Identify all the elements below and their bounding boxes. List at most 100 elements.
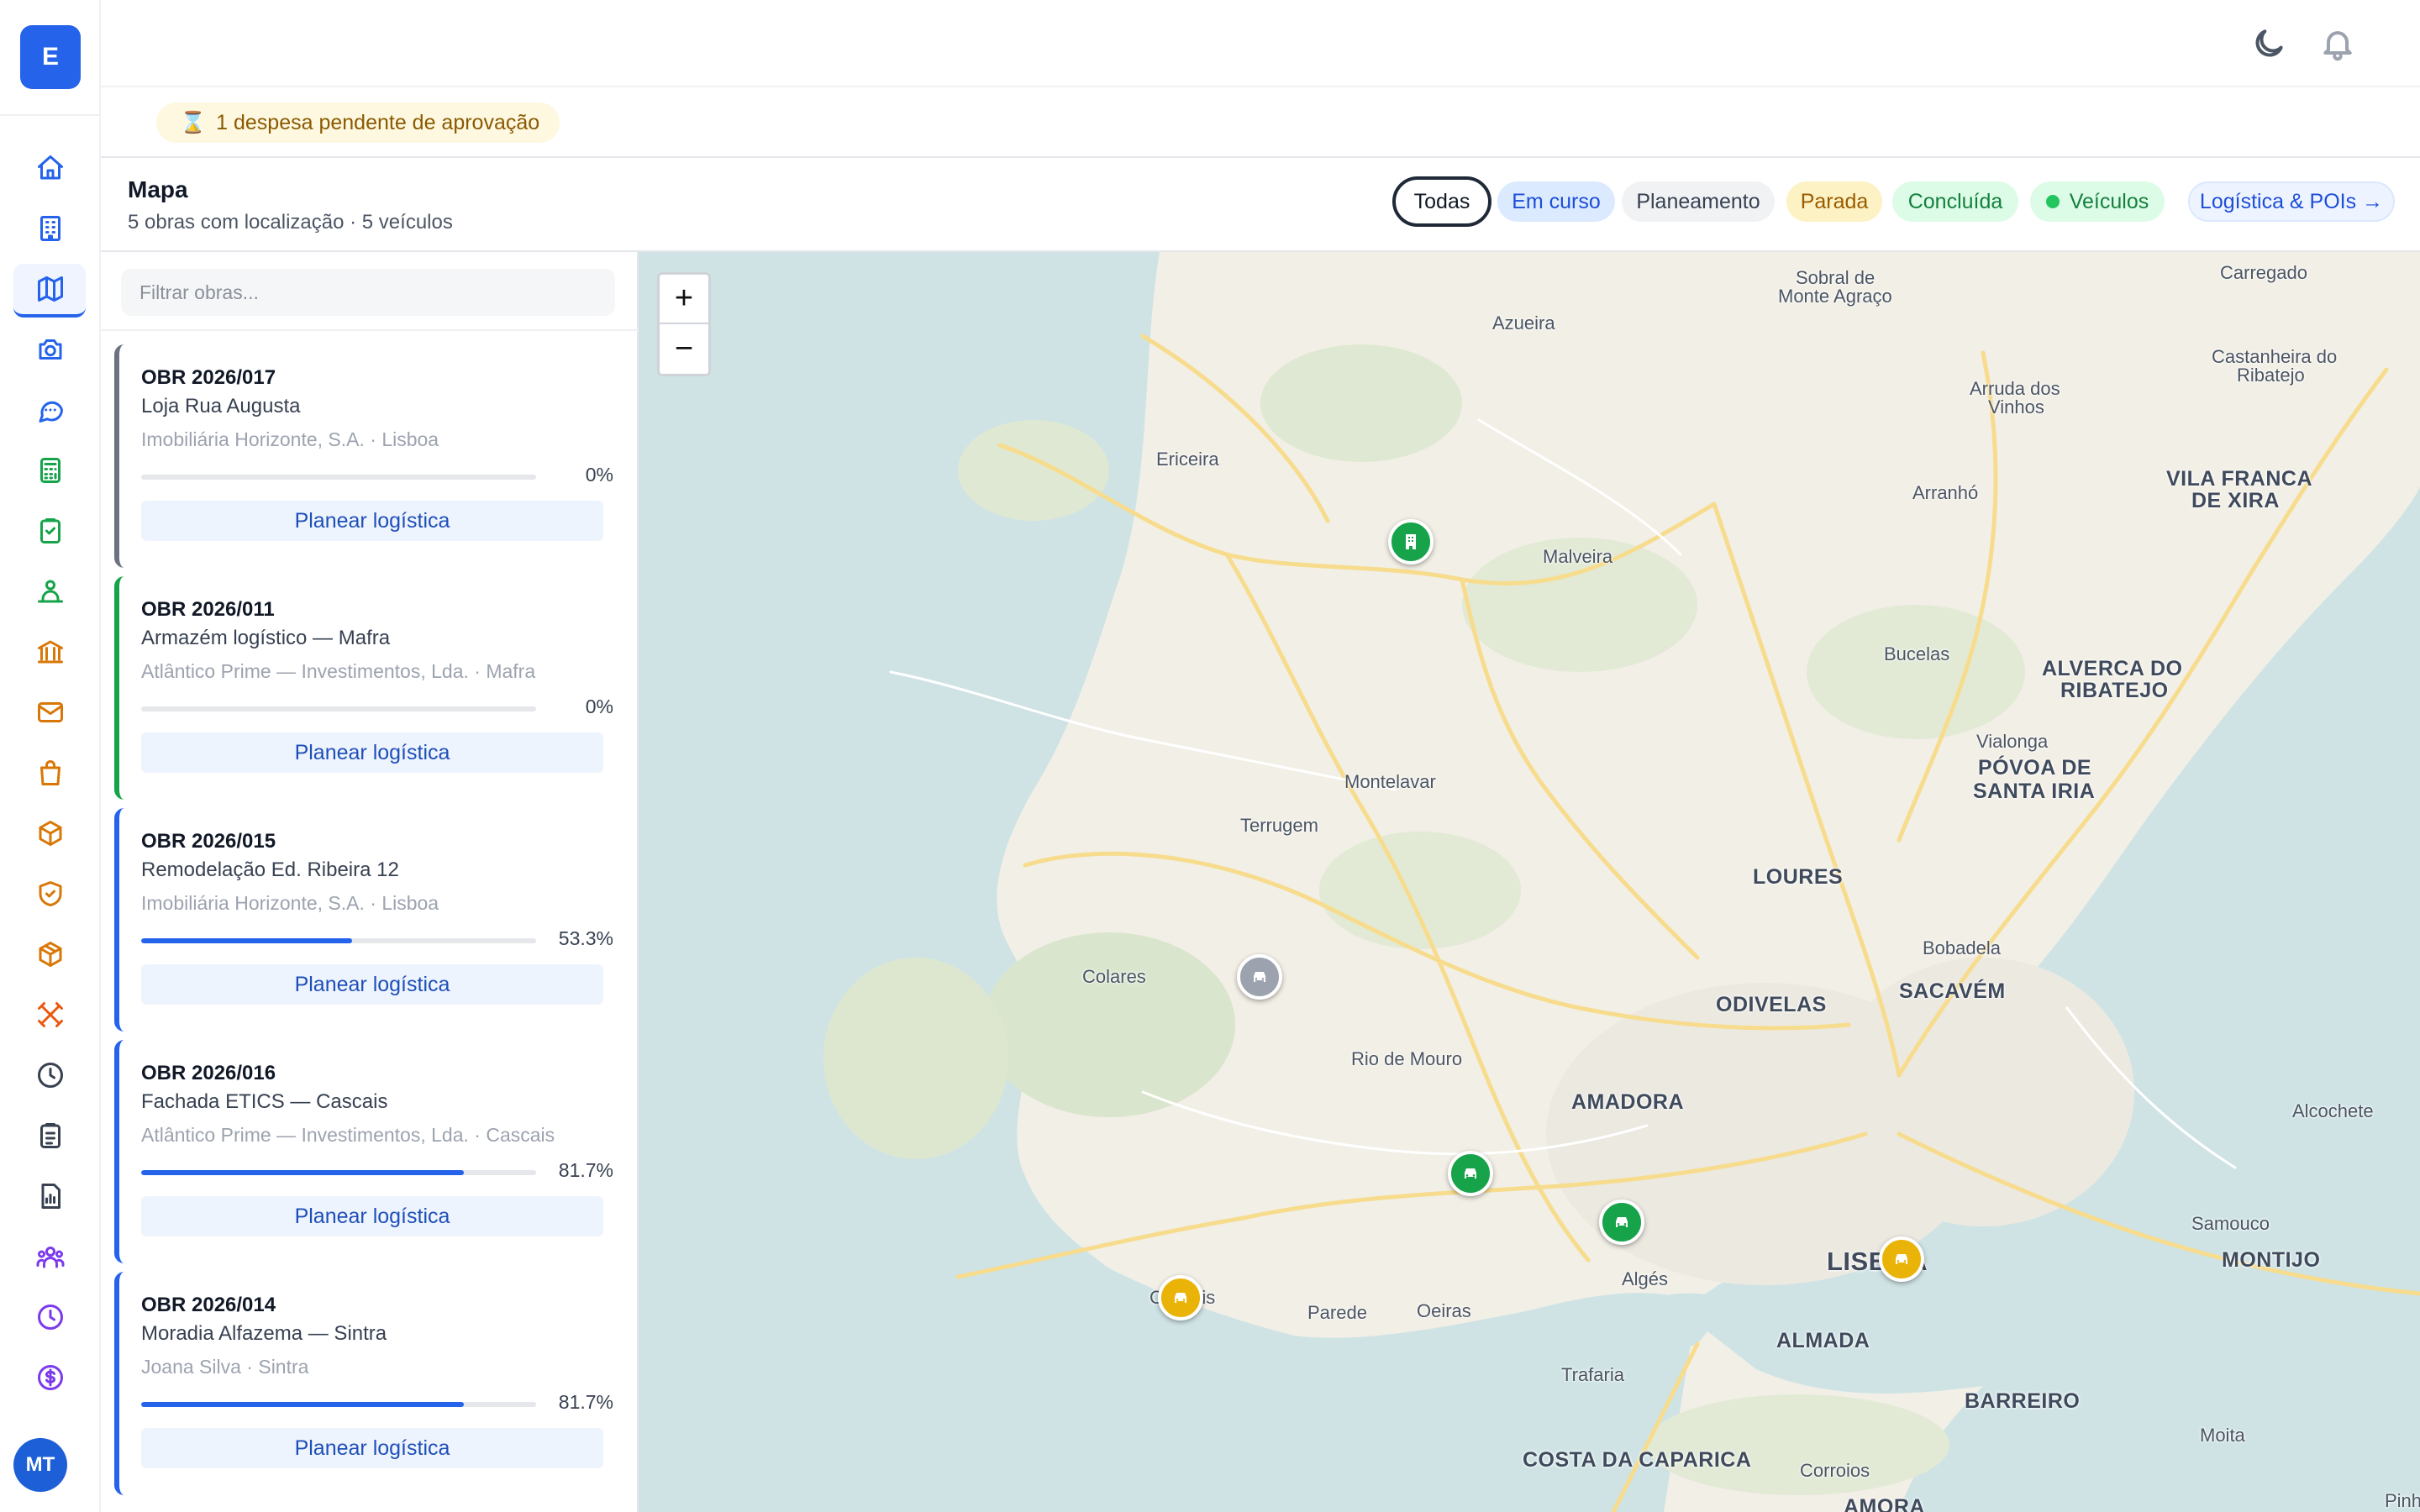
map-label: Corroios <box>1800 1460 1870 1481</box>
building-icon <box>1406 534 1416 549</box>
sidebar-item-checklist[interactable] <box>0 501 101 561</box>
plan-logistics-button[interactable]: Planear logística <box>141 1196 603 1236</box>
work-code: OBR 2026/015 <box>141 830 276 853</box>
plan-logistics-button[interactable]: Planear logística <box>141 501 603 541</box>
filter-works-input[interactable] <box>121 269 615 316</box>
map-label: VILA FRANCA <box>2166 467 2313 491</box>
filter-chip-concluida[interactable]: Concluída <box>1892 181 2018 222</box>
calculator-icon <box>40 458 60 483</box>
map-label: Bobadela <box>1923 937 2001 958</box>
shield-check-icon <box>39 881 62 906</box>
work-card[interactable]: OBR 2026/011 Armazém logístico — Mafra A… <box>114 576 625 800</box>
map-label: ODIVELAS <box>1716 993 1827 1016</box>
work-card[interactable]: OBR 2026/016 Fachada ETICS — Cascais Atl… <box>114 1040 625 1263</box>
work-client: Joana Silva · Sintra <box>141 1356 309 1378</box>
mail-icon <box>38 702 63 722</box>
sidebar-item-photos[interactable] <box>0 319 101 380</box>
plan-logistics-button[interactable]: Planear logística <box>141 964 603 1005</box>
map-label: AMADORA <box>1571 1090 1685 1114</box>
work-client: Imobiliária Horizonte, S.A. · Lisboa <box>141 892 439 914</box>
shopping-bag-icon <box>40 760 60 785</box>
pending-expense-badge[interactable]: ⌛ 1 despesa pendente de aprovação <box>156 102 560 143</box>
sidebar-item-history[interactable] <box>0 1287 101 1347</box>
bank-icon <box>38 640 63 664</box>
map-label: SACAVÉM <box>1899 979 2006 1003</box>
filter-chip-planeamento[interactable]: Planeamento <box>1622 181 1775 222</box>
page-title: Mapa <box>128 176 188 202</box>
sidebar-item-materials[interactable] <box>0 803 101 864</box>
work-client: Atlântico Prime — Investimentos, Lda. · … <box>141 1124 555 1146</box>
map-label: ALMADA <box>1776 1329 1870 1352</box>
report-icon <box>41 1184 60 1209</box>
plan-logistics-button[interactable]: Planear logística <box>141 732 603 773</box>
zoom-in-button[interactable]: + <box>660 275 708 324</box>
history-icon <box>38 1305 63 1330</box>
sidebar-item-team[interactable] <box>0 561 101 622</box>
map-label: RIBATEJO <box>2060 679 2169 702</box>
user-avatar[interactable]: MT <box>13 1438 67 1492</box>
vehicle-marker[interactable] <box>1448 1151 1493 1196</box>
map-header: Mapa 5 obras com localização · 5 veículo… <box>101 158 2420 252</box>
clock-icon <box>38 1063 63 1088</box>
vehicle-marker[interactable] <box>1599 1200 1644 1245</box>
filter-chip-veiculos[interactable]: Veículos <box>2030 181 2165 222</box>
sidebar-item-map[interactable] <box>0 259 101 319</box>
work-card[interactable]: OBR 2026/017 Loja Rua Augusta Imobiliári… <box>114 344 625 568</box>
logistics-pois-link[interactable]: Logística & POIs → <box>2188 181 2395 222</box>
map-label: BARREIRO <box>1965 1389 2081 1413</box>
sidebar-item-home[interactable] <box>0 138 101 198</box>
clipboard-list-icon <box>40 1123 60 1148</box>
work-code: OBR 2026/016 <box>141 1062 276 1084</box>
theme-toggle-button[interactable] <box>2250 25 2287 62</box>
sidebar-item-finance[interactable] <box>0 1347 101 1408</box>
filter-chip-em-curso[interactable]: Em curso <box>1497 181 1615 222</box>
notifications-button[interactable] <box>2319 25 2356 62</box>
work-card[interactable]: OBR 2026/014 Moradia Alfazema — Sintra J… <box>114 1272 625 1495</box>
sidebar-item-reports[interactable] <box>0 1166 101 1226</box>
sidebar-item-tools[interactable] <box>0 984 101 1045</box>
sidebar-item-calculator[interactable] <box>0 440 101 501</box>
filter-chip-parada[interactable]: Parada <box>1786 181 1882 222</box>
work-card[interactable]: OBR 2026/015 Remodelação Ed. Ribeira 12 … <box>114 808 625 1032</box>
sidebar-item-bank[interactable] <box>0 622 101 682</box>
map-label: Parede <box>1307 1302 1367 1323</box>
team-icon <box>38 580 63 603</box>
bell-icon <box>2323 31 2352 61</box>
pending-expense-text: 1 despesa pendente de aprovação <box>216 110 540 134</box>
sidebar-item-buildings[interactable] <box>0 198 101 259</box>
progress-bar <box>141 706 536 711</box>
sidebar-item-time[interactable] <box>0 1045 101 1105</box>
status-dot <box>2045 195 2060 208</box>
zoom-out-button[interactable]: − <box>660 324 708 374</box>
filter-chip-todas[interactable]: Todas <box>1392 176 1491 227</box>
sidebar-item-messages[interactable] <box>0 380 101 440</box>
work-client: Atlântico Prime — Investimentos, Lda. · … <box>141 660 536 682</box>
map-tiles <box>639 252 2420 1512</box>
work-marker-mafra[interactable] <box>1388 519 1434 564</box>
vehicle-marker[interactable] <box>1879 1236 1924 1282</box>
vehicle-marker[interactable] <box>1158 1275 1203 1320</box>
sidebar-item-tasks[interactable] <box>0 1105 101 1166</box>
sidebar-item-stock[interactable] <box>0 924 101 984</box>
map-label: Trafaria <box>1561 1364 1624 1385</box>
app-logo[interactable]: E <box>20 25 81 89</box>
map-label: LOURES <box>1753 865 1844 889</box>
map-label: Carregado <box>2220 262 2307 283</box>
sidebar-item-shop[interactable] <box>0 743 101 803</box>
vehicle-marker[interactable] <box>1237 954 1282 1000</box>
map-label: Monte Agraço <box>1778 286 1892 307</box>
map-label: Moita <box>2200 1425 2245 1446</box>
progress-percent: 81.7% <box>558 1159 613 1181</box>
sidebar-item-safety[interactable] <box>0 864 101 924</box>
alert-bar: ⌛ 1 despesa pendente de aprovação <box>101 87 2420 158</box>
sidebar-item-mail[interactable] <box>0 682 101 743</box>
dollar-icon <box>38 1365 63 1390</box>
chat-icon <box>39 401 63 423</box>
sidebar-item-users[interactable] <box>0 1226 101 1287</box>
camera-icon <box>39 339 62 360</box>
work-code: OBR 2026/011 <box>141 598 275 621</box>
map-view[interactable]: + − Sobral de Monte Agraço Carregado Azu… <box>639 252 2420 1512</box>
work-client: Imobiliária Horizonte, S.A. · Lisboa <box>141 428 439 450</box>
map-label: ALVERCA DO <box>2042 657 2183 680</box>
plan-logistics-button[interactable]: Planear logística <box>141 1428 603 1468</box>
